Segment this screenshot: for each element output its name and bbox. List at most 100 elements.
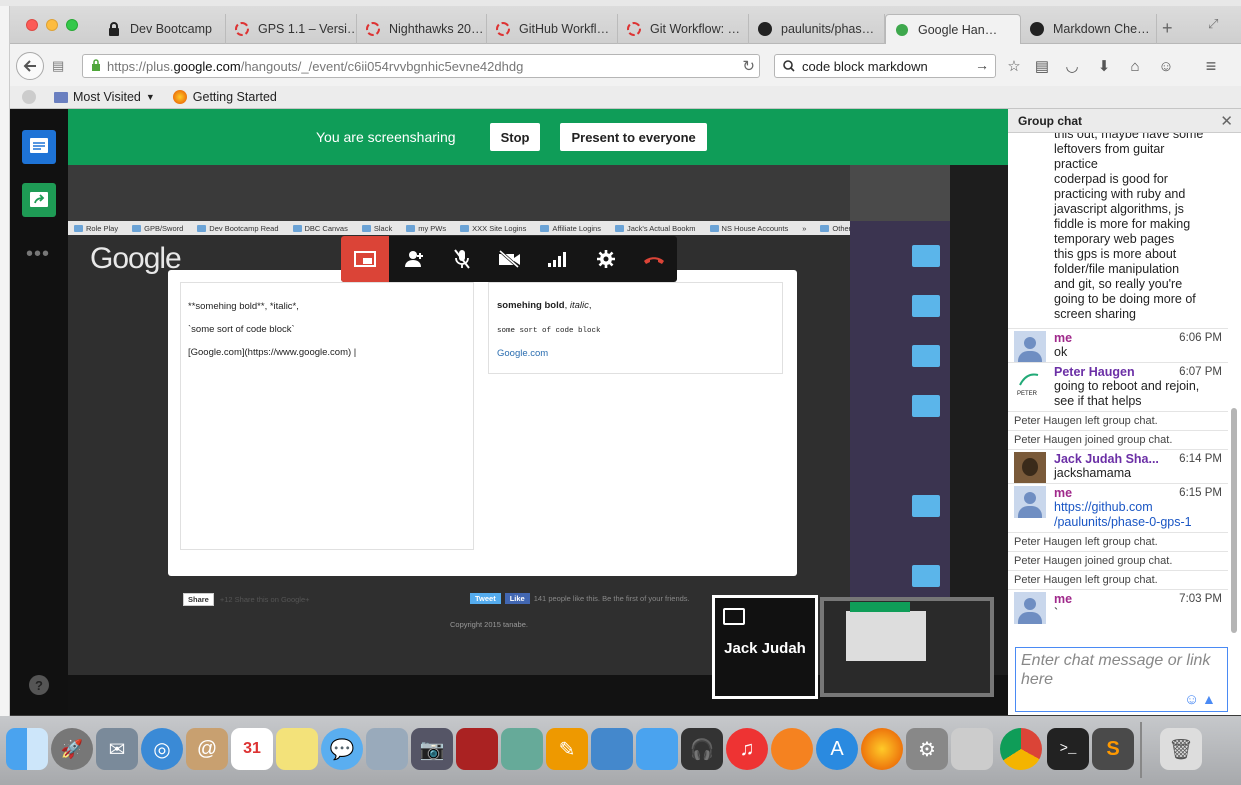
itunes-icon[interactable]: ♫ [726, 728, 768, 770]
present-to-everyone-button[interactable]: Present to everyone [560, 123, 707, 151]
most-visited-folder[interactable]: Most Visited ▼ [54, 90, 155, 104]
message-link[interactable]: /paulunits/phase-0-gps-1 [1054, 515, 1228, 530]
close-window-button[interactable] [26, 19, 38, 31]
chat-message: me 7:03 PM ` [1008, 589, 1228, 624]
tab-label: Google Han… [918, 22, 998, 37]
terminal-icon[interactable]: >_ [1047, 728, 1089, 770]
screenshare-icon [723, 608, 745, 625]
notes-icon[interactable] [276, 728, 318, 770]
spinner-icon [365, 21, 381, 37]
participant-thumbnail[interactable]: Jack Judah [712, 595, 818, 699]
utility-app-icon[interactable] [951, 728, 993, 770]
pip-toggle-button[interactable] [341, 236, 389, 282]
message-time: 6:07 PM [1179, 366, 1222, 378]
message-link[interactable]: https://github.com [1054, 500, 1228, 515]
system-message: Peter Haugen left group chat. [1008, 570, 1228, 589]
tab-nighthawks[interactable]: Nighthawks 20… [357, 14, 487, 44]
avatar [1014, 452, 1046, 484]
menu-icon[interactable]: ≡ [1201, 56, 1221, 76]
reload-icon[interactable]: ↻ [742, 57, 755, 75]
search-bar[interactable]: code block markdown → [774, 54, 996, 78]
camera-toggle-button[interactable] [495, 244, 525, 274]
leave-call-button[interactable] [639, 244, 669, 274]
url-prefix: https://plus. [107, 58, 174, 74]
drive-icon[interactable]: ▲ [1202, 691, 1216, 707]
invite-people-button[interactable] [399, 244, 429, 274]
garageband-icon[interactable]: 🎧 [681, 728, 723, 770]
minimize-window-button[interactable] [46, 19, 58, 31]
tab-google-hangouts[interactable]: Google Han… [885, 14, 1021, 44]
photo-booth-icon[interactable] [456, 728, 498, 770]
facetime-icon[interactable]: 📷 [411, 728, 453, 770]
tweet-button: Tweet [470, 593, 501, 604]
tab-github-workflow[interactable]: GitHub Workfl… [487, 14, 618, 44]
tab-label: Dev Bootcamp [130, 22, 212, 36]
search-go-icon[interactable]: → [975, 57, 989, 73]
mail-icon[interactable]: ✉ [96, 728, 138, 770]
hangouts-sidebar: ••• ? [10, 109, 68, 715]
help-icon[interactable]: ? [29, 675, 49, 695]
bookmarks-toolbar: Most Visited ▼ Getting Started [10, 86, 1241, 109]
search-input[interactable]: code block markdown [802, 59, 928, 74]
calendar-icon[interactable]: 31 [231, 728, 273, 770]
reading-list-icon[interactable]: ▤ [1032, 56, 1052, 76]
url-domain: google.com [173, 58, 241, 74]
back-button[interactable] [16, 52, 44, 80]
shared-bookmark: GPB/Sword [132, 224, 183, 233]
pocket-icon[interactable]: ◡ [1062, 56, 1082, 76]
system-preferences-icon[interactable]: ⚙ [906, 728, 948, 770]
bandwidth-button[interactable] [543, 244, 573, 274]
message-time: 6:15 PM [1179, 487, 1222, 499]
zoom-window-button[interactable] [66, 19, 78, 31]
fullscreen-icon[interactable]: ⤢ [1208, 16, 1218, 32]
url-bar[interactable]: https://plus. google.com/hangouts/_/event… [82, 54, 760, 78]
like-text: 141 people like this. Be the first of yo… [533, 594, 690, 603]
iphoto-icon[interactable] [501, 728, 543, 770]
avatar: PETER [1014, 365, 1046, 397]
close-chat-icon[interactable]: ✕ [1220, 112, 1233, 130]
secure-lock-icon [91, 58, 101, 74]
chat-scrollbar[interactable] [1230, 133, 1238, 633]
tab-dev-bootcamp[interactable]: Dev Bootcamp [98, 14, 226, 44]
chat-bubble-icon[interactable]: ☺ [1156, 56, 1176, 76]
safari-icon[interactable]: ◎ [141, 728, 183, 770]
tab-label: Nighthawks 20… [389, 22, 484, 36]
sublime-text-icon[interactable]: S [1092, 728, 1134, 770]
settings-button[interactable] [591, 244, 621, 274]
trash-icon[interactable]: 🗑 [1160, 728, 1202, 770]
new-tab-button[interactable]: + [1162, 18, 1173, 39]
chat-toggle-button[interactable] [22, 130, 56, 164]
tab-markdown-cheatsheet[interactable]: Markdown Che… [1021, 14, 1157, 44]
emoji-icon[interactable]: ☺ [1184, 691, 1199, 708]
message-continuation: this out, maybe have some leftovers from… [1054, 133, 1204, 321]
editor-line: **somehing bold**, *italic*, [188, 301, 299, 312]
mute-mic-button[interactable] [447, 244, 477, 274]
browser-chrome: Dev Bootcamp GPS 1.1 – Versi… Nighthawks… [10, 6, 1241, 109]
pages-icon[interactable]: ✎ [546, 728, 588, 770]
getting-started-bookmark[interactable]: Getting Started [172, 90, 277, 104]
url-path: /hangouts/_/event/c6ii054rvvbgnhic5evne4… [240, 58, 524, 74]
finder-icon[interactable] [6, 728, 48, 770]
numbers-icon[interactable] [591, 728, 633, 770]
app-store-icon[interactable]: A [816, 728, 858, 770]
firefox-dock-icon[interactable] [861, 728, 903, 770]
messages-icon[interactable]: 💬 [321, 728, 363, 770]
ibooks-icon[interactable] [771, 728, 813, 770]
launchpad-icon[interactable]: 🚀 [51, 728, 93, 770]
screenshare-toggle-button[interactable] [22, 183, 56, 217]
tab-gps[interactable]: GPS 1.1 – Versi… [226, 14, 357, 44]
home-icon[interactable]: ⌂ [1125, 56, 1145, 76]
contacts-icon[interactable]: @ [186, 728, 228, 770]
tab-paulunits[interactable]: paulunits/phas… [749, 14, 885, 44]
history-icon[interactable]: ▤ [52, 58, 68, 74]
download-icon[interactable]: ⬇ [1094, 56, 1114, 76]
more-apps-icon[interactable]: ••• [26, 243, 50, 266]
bookmark-star-icon[interactable]: ☆ [1004, 56, 1024, 76]
chrome-icon[interactable] [1000, 728, 1042, 770]
stop-sharing-button[interactable]: Stop [489, 123, 541, 151]
screen-preview-thumbnail[interactable] [820, 597, 994, 697]
message-time: 6:06 PM [1179, 332, 1222, 344]
preview-icon[interactable] [366, 728, 408, 770]
keynote-icon[interactable] [636, 728, 678, 770]
tab-git-workflow[interactable]: Git Workflow: … [618, 14, 749, 44]
